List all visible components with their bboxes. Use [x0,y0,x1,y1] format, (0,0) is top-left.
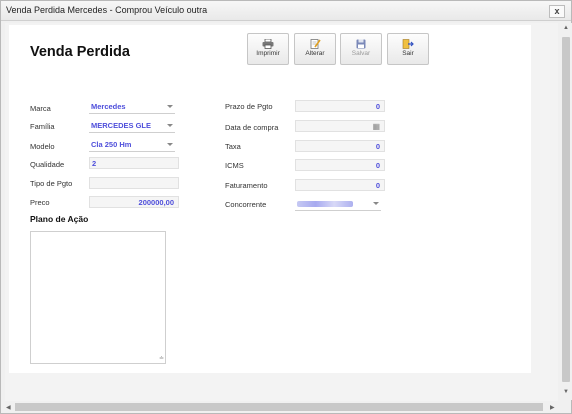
horizontal-scrollbar[interactable]: ◀ ▶ [5,401,558,413]
faturamento-field[interactable]: 0 [295,179,385,191]
preco-value: 200000,00 [138,198,174,207]
plano-textarea[interactable]: ≐ [30,231,166,364]
print-button[interactable]: Imprimir [247,33,289,65]
icms-label: ICMS [225,161,244,170]
chevron-down-icon [167,143,173,146]
taxa-value: 0 [375,142,380,151]
scroll-up-icon[interactable]: ▲ [563,25,569,31]
preco-label: Preco [30,198,50,207]
dialog-window: Venda Perdida Mercedes - Comprou Veículo… [0,0,572,414]
exit-button[interactable]: Sair [387,33,429,65]
familia-value: MERCEDES GLE [91,121,152,130]
scroll-left-icon[interactable]: ◀ [6,404,11,411]
horizontal-scroll-thumb[interactable] [15,403,543,411]
print-label: Imprimir [256,50,280,57]
edit-button[interactable]: Alterar [294,33,336,65]
familia-label: Família [30,122,55,131]
chevron-down-icon [167,124,173,127]
familia-select[interactable]: MERCEDES GLE [89,119,175,133]
calendar-icon[interactable]: ▦ [372,122,380,131]
taxa-field[interactable]: 0 [295,140,385,152]
form-panel: Venda Perdida Imprimir Alterar Salvar Sa… [9,25,531,373]
exit-label: Sair [402,50,414,57]
concorrente-label: Concorrente [225,200,267,209]
tipo-pgto-field[interactable] [89,177,179,189]
save-button[interactable]: Salvar [340,33,382,65]
faturamento-label: Faturamento [225,181,268,190]
close-button[interactable]: x [549,5,565,18]
modelo-select[interactable]: Cla 250 Hm [89,138,175,152]
icms-field[interactable]: 0 [295,159,385,171]
window-title: Venda Perdida Mercedes - Comprou Veículo… [6,5,208,15]
prazo-pgto-value: 0 [375,102,380,111]
prazo-pgto-field[interactable]: 0 [295,100,385,112]
icms-value: 0 [375,161,380,170]
marca-select[interactable]: Mercedes [89,100,175,114]
title-bar: Venda Perdida Mercedes - Comprou Veículo… [1,1,571,21]
modelo-value: Cla 250 Hm [91,140,132,149]
concorrente-redacted-value [297,201,353,207]
close-icon: x [554,6,560,16]
qualidade-field[interactable]: 2 [89,157,179,169]
vertical-scroll-thumb[interactable] [562,37,570,382]
qualidade-value: 2 [92,159,97,168]
data-compra-label: Data de compra [225,123,279,132]
save-icon [356,39,366,49]
save-label: Salvar [351,50,371,57]
faturamento-value: 0 [375,181,380,190]
taxa-label: Taxa [225,142,241,151]
data-compra-field[interactable]: ▦ [295,120,385,132]
qualidade-label: Qualidade [30,160,65,169]
resize-grip-icon[interactable]: ≐ [159,355,164,362]
printer-icon [262,39,274,49]
marca-label: Marca [30,104,51,113]
page-title: Venda Perdida [30,44,130,60]
exit-icon [402,39,414,49]
modelo-label: Modelo [30,142,55,151]
scroll-down-icon[interactable]: ▼ [563,389,569,395]
preco-field[interactable]: 200000,00 [89,196,179,208]
edit-label: Alterar [305,50,325,57]
tipo-pgto-label: Tipo de Pgto [30,179,73,188]
content-area: Venda Perdida Imprimir Alterar Salvar Sa… [5,23,558,401]
concorrente-select[interactable] [295,197,381,211]
scroll-right-icon[interactable]: ▶ [550,404,555,411]
edit-icon [310,39,321,49]
chevron-down-icon [373,202,379,205]
chevron-down-icon [167,105,173,108]
vertical-scrollbar[interactable]: ▲ ▼ [560,23,572,400]
plano-title: Plano de Ação [30,214,89,224]
prazo-pgto-label: Prazo de Pgto [225,102,273,111]
marca-value: Mercedes [91,102,126,111]
